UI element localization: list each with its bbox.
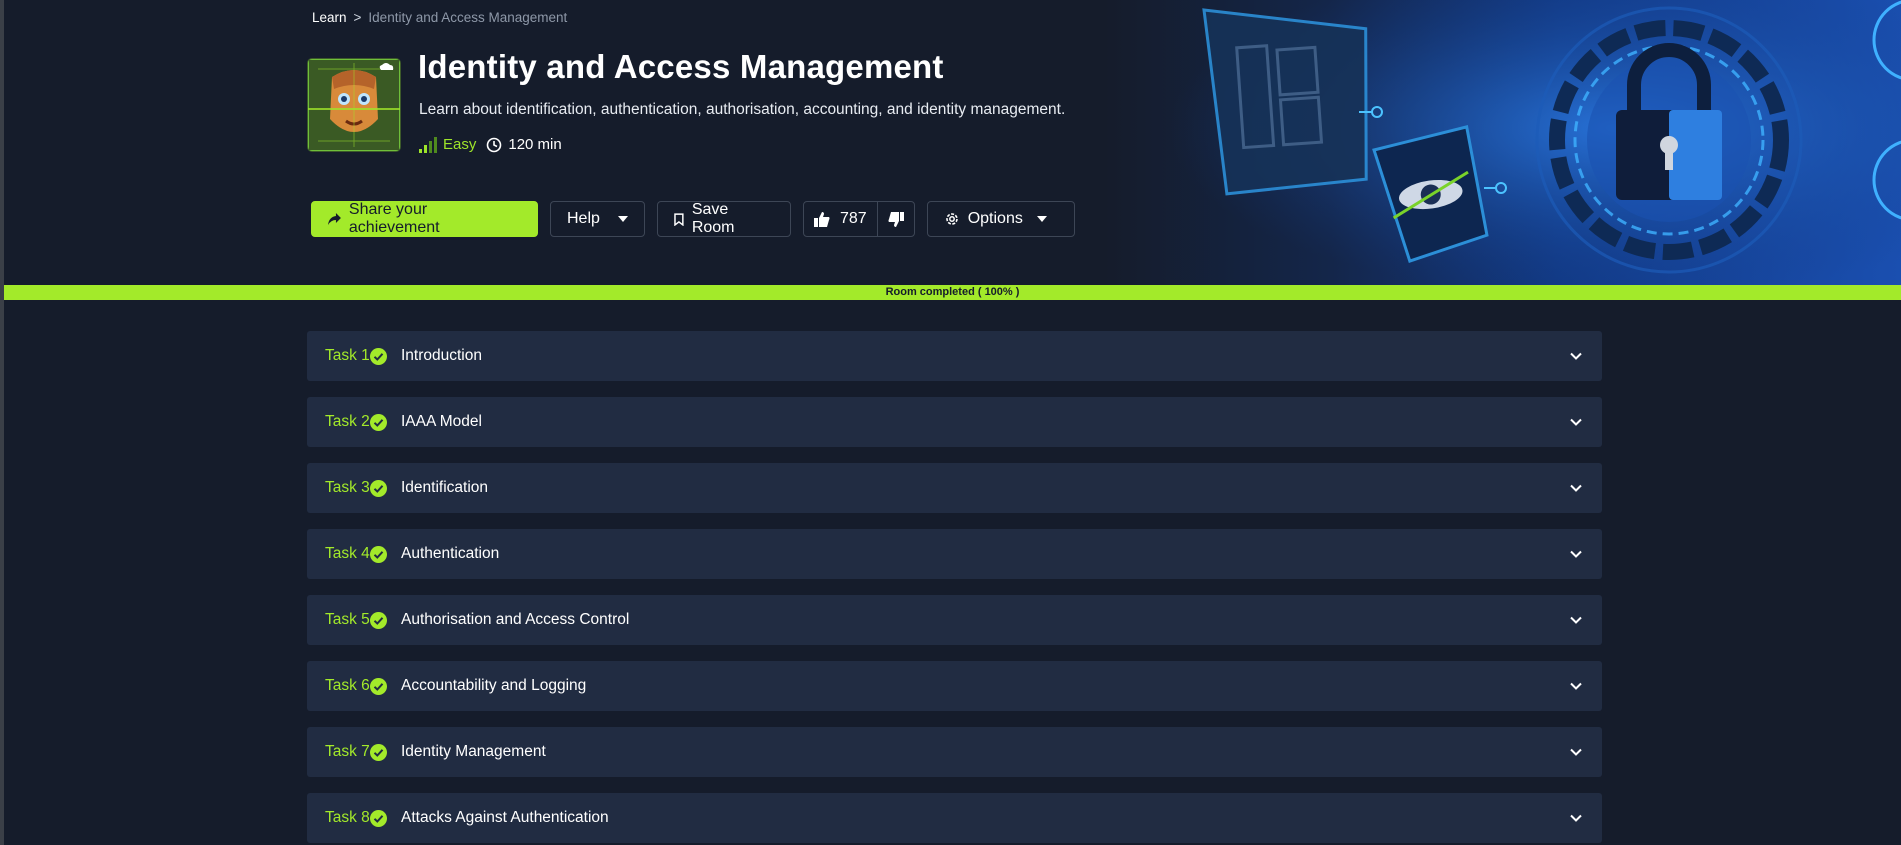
check-circle-icon	[370, 347, 387, 365]
save-room-label: Save Room	[691, 201, 735, 236]
chevron-down-icon	[1568, 348, 1584, 364]
task-title: Introduction	[401, 347, 482, 364]
chevron-down-icon	[1568, 546, 1584, 562]
chevron-down-icon	[1568, 414, 1584, 430]
chevron-down-icon	[1568, 744, 1584, 760]
task-number: Task 2	[325, 413, 370, 430]
difficulty-label: Easy	[443, 136, 477, 153]
check-circle-icon	[370, 677, 387, 695]
duration-label: 120 min	[508, 136, 562, 153]
thumbs-down-icon	[888, 211, 904, 227]
room-progress-bar: Room completed ( 100% )	[4, 285, 1901, 300]
task-number: Task 3	[325, 479, 370, 496]
share-icon	[328, 213, 341, 225]
progress-label: Room completed ( 100% )	[885, 286, 1020, 298]
task-item[interactable]: Task 3 Identification	[307, 463, 1602, 513]
check-circle-icon	[370, 611, 387, 629]
check-circle-icon	[370, 413, 387, 431]
gear-icon	[945, 213, 958, 225]
like-count: 787	[840, 210, 867, 227]
task-item[interactable]: Task 1 Introduction	[307, 331, 1602, 381]
task-number: Task 5	[325, 611, 370, 628]
clock-icon	[487, 137, 502, 152]
room-actions: Share your achievement Help Save Room 78…	[311, 201, 1075, 237]
bookmark-icon	[674, 212, 684, 226]
task-title: IAAA Model	[401, 413, 482, 430]
room-meta: Easy 120 min	[419, 136, 562, 153]
check-circle-icon	[370, 743, 387, 761]
banner-illustration	[1154, 0, 1901, 285]
task-item[interactable]: Task 6 Accountability and Logging	[307, 661, 1602, 711]
chevron-down-icon	[1568, 612, 1584, 628]
task-number: Task 7	[325, 743, 370, 760]
task-title: Authorisation and Access Control	[401, 611, 630, 628]
breadcrumb-separator: >	[353, 10, 362, 25]
task-number: Task 6	[325, 677, 370, 694]
check-circle-icon	[370, 809, 387, 827]
room-description: Learn about identification, authenticati…	[419, 101, 1066, 118]
options-dropdown-button[interactable]: Options	[926, 201, 1075, 237]
task-item[interactable]: Task 7 Identity Management	[307, 727, 1602, 777]
task-item[interactable]: Task 5 Authorisation and Access Control	[307, 595, 1602, 645]
task-number: Task 4	[325, 545, 370, 562]
difficulty: Easy	[419, 136, 476, 153]
task-number: Task 1	[325, 347, 370, 364]
caret-down-icon	[1036, 216, 1047, 222]
share-achievement-label: Share your achievement	[348, 201, 440, 236]
page: Learn > Identity and Access Management I…	[0, 0, 1901, 845]
room-avatar	[308, 59, 400, 151]
breadcrumb: Learn > Identity and Access Management	[312, 10, 567, 25]
breadcrumb-learn-link[interactable]: Learn	[312, 10, 347, 25]
chevron-down-icon	[1568, 480, 1584, 496]
room-header: Learn > Identity and Access Management I…	[4, 0, 1901, 285]
chevron-down-icon	[1568, 678, 1584, 694]
task-item[interactable]: Task 2 IAAA Model	[307, 397, 1602, 447]
like-button[interactable]: 787	[804, 202, 878, 236]
share-achievement-button[interactable]: Share your achievement	[311, 201, 538, 237]
help-dropdown-button[interactable]: Help	[550, 201, 645, 237]
task-title: Identity Management	[401, 743, 546, 760]
help-label: Help	[567, 210, 600, 227]
chevron-down-icon	[1568, 810, 1584, 826]
check-circle-icon	[370, 479, 387, 497]
caret-down-icon	[618, 216, 628, 222]
task-title: Authentication	[401, 545, 500, 562]
options-label: Options	[967, 210, 1023, 227]
breadcrumb-current: Identity and Access Management	[368, 10, 568, 25]
task-item[interactable]: Task 4 Authentication	[307, 529, 1602, 579]
signal-bars-icon	[419, 136, 437, 153]
vote-group: 787	[803, 201, 915, 237]
task-title: Attacks Against Authentication	[401, 809, 609, 826]
room-title: Identity and Access Management	[418, 48, 944, 85]
task-list: Task 1 Introduction Task 2 IAAA Model Ta…	[307, 331, 1602, 845]
task-number: Task 8	[325, 809, 370, 826]
check-circle-icon	[370, 545, 387, 563]
dislike-button[interactable]	[878, 202, 914, 236]
duration: 120 min	[486, 136, 562, 153]
save-room-button[interactable]: Save Room	[657, 201, 791, 237]
task-title: Accountability and Logging	[401, 677, 587, 694]
task-item[interactable]: Task 8 Attacks Against Authentication	[307, 793, 1602, 843]
task-title: Identification	[401, 479, 489, 496]
thumbs-up-icon	[814, 211, 830, 227]
